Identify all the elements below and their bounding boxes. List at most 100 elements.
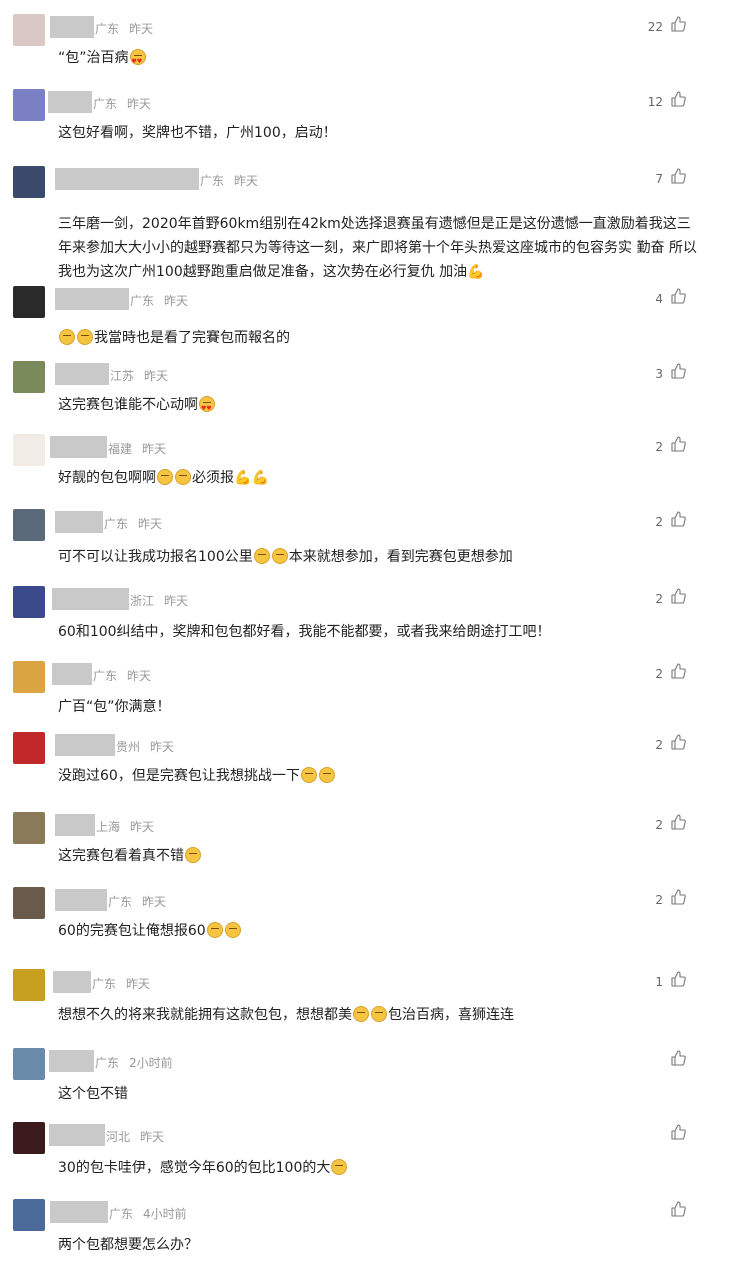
think-emoji xyxy=(59,329,75,345)
location-label: 广东 xyxy=(92,977,117,991)
username-redacted[interactable] xyxy=(52,663,92,685)
comment-meta: 河北 昨天 xyxy=(106,1128,164,1145)
avatar[interactable] xyxy=(13,586,45,618)
like-count: 1 xyxy=(655,975,663,989)
avatar[interactable] xyxy=(13,509,45,541)
thumbs-up-icon[interactable] xyxy=(670,168,686,184)
comment-item: 广东 4小时前 两个包都想要怎么办？ xyxy=(0,1199,733,1269)
thumbs-up-icon[interactable] xyxy=(670,91,686,107)
comment-text: 好靓的包包啊啊 必须报💪💪 xyxy=(58,466,698,490)
comment-text-main: 可不可以让我成功报名100公里 xyxy=(58,549,253,565)
grin-emoji xyxy=(157,469,173,485)
location-label: 广东 xyxy=(95,1056,120,1070)
username-redacted[interactable] xyxy=(50,1201,108,1223)
username-redacted[interactable] xyxy=(49,1124,105,1146)
grin-emoji xyxy=(175,469,191,485)
comment-meta: 广东 2小时前 xyxy=(95,1054,173,1071)
comment-meta: 浙江 昨天 xyxy=(130,592,188,609)
thumbs-up-icon[interactable] xyxy=(670,436,686,452)
thumbs-up-icon[interactable] xyxy=(670,16,686,32)
thumbs-up-icon[interactable] xyxy=(670,1124,686,1140)
username-redacted[interactable] xyxy=(50,16,94,38)
thumbs-up-icon[interactable] xyxy=(670,734,686,750)
comment-text-main: “包”治百病 xyxy=(58,50,129,66)
username-redacted[interactable] xyxy=(55,363,109,385)
avatar[interactable] xyxy=(13,286,45,318)
location-label: 广东 xyxy=(93,669,118,683)
username-redacted[interactable] xyxy=(55,511,103,533)
think-emoji xyxy=(371,1006,387,1022)
comment-item: 广东 昨天 1 想想不久的将来我就能拥有这款包包，想想都美 包治百病，喜狮连连 xyxy=(0,969,733,1039)
comment-text: 60的完赛包让俺想报60 xyxy=(58,919,698,943)
comment-meta: 广东 昨天 xyxy=(200,172,258,189)
thumbs-up-icon[interactable] xyxy=(670,1201,686,1217)
timestamp: 昨天 xyxy=(129,22,154,36)
username-redacted[interactable] xyxy=(49,1050,94,1072)
like-count: 3 xyxy=(655,367,663,381)
comment-meta: 广东 昨天 xyxy=(95,20,153,37)
comment-text-main: 60和100纠结中，奖牌和包包都好看，我能不能都要，或者我来给朗途打工吧！ xyxy=(58,624,551,640)
timestamp: 昨天 xyxy=(130,820,155,834)
like-count: 4 xyxy=(655,292,663,306)
location-label: 广东 xyxy=(95,22,120,36)
timestamp: 昨天 xyxy=(127,97,152,111)
location-label: 广东 xyxy=(109,1207,134,1221)
comment-text: 我當時也是看了完賽包而報名的 xyxy=(58,326,698,350)
avatar[interactable] xyxy=(13,434,45,466)
avatar[interactable] xyxy=(13,732,45,764)
like-count: 2 xyxy=(655,592,663,606)
username-redacted[interactable] xyxy=(48,91,92,113)
thumbs-up-icon[interactable] xyxy=(670,1050,686,1066)
comment-meta: 广东 昨天 xyxy=(93,667,151,684)
username-redacted[interactable] xyxy=(55,288,129,310)
like-count: 2 xyxy=(655,893,663,907)
username-redacted[interactable] xyxy=(55,814,95,836)
timestamp: 昨天 xyxy=(234,174,259,188)
comment-item: 江苏 昨天 3 这完赛包谁能不心动啊 xyxy=(0,361,733,431)
username-redacted[interactable] xyxy=(50,436,107,458)
like-count: 12 xyxy=(647,95,663,109)
smile-emoji xyxy=(300,767,317,783)
thumbs-up-icon[interactable] xyxy=(670,663,686,679)
username-redacted[interactable] xyxy=(55,734,115,756)
avatar[interactable] xyxy=(13,969,45,1001)
thumbs-up-icon[interactable] xyxy=(670,814,686,830)
cry-emoji xyxy=(271,548,288,564)
avatar[interactable] xyxy=(13,1199,45,1231)
like-count: 2 xyxy=(655,515,663,529)
thumbs-up-icon[interactable] xyxy=(670,288,686,304)
comment-item: 广东 昨天 7 三年磨一剑，2020年首野60km组别在42km处选择退赛虽有遗憾但是… xyxy=(0,166,733,280)
username-redacted[interactable] xyxy=(55,889,107,911)
avatar[interactable] xyxy=(13,166,45,198)
like-count: 2 xyxy=(655,738,663,752)
avatar[interactable] xyxy=(13,887,45,919)
thumbs-up-icon[interactable] xyxy=(670,511,686,527)
comment-text-main: 我當時也是看了完賽包而報名的 xyxy=(94,330,290,346)
like-count: 2 xyxy=(655,818,663,832)
avatar[interactable] xyxy=(13,1048,45,1080)
location-label: 广东 xyxy=(93,97,118,111)
comment-text: 这完赛包看着真不错 xyxy=(58,844,698,868)
username-redacted[interactable] xyxy=(52,588,129,610)
avatar[interactable] xyxy=(13,812,45,844)
heart-emoji xyxy=(129,49,146,74)
username-redacted[interactable] xyxy=(53,971,91,993)
comment-text-main: 三年磨一剑，2020年首野60km组别在42km处选择退赛虽有遗憾但是正是这份遗… xyxy=(58,216,697,280)
avatar[interactable] xyxy=(13,1122,45,1154)
avatar[interactable] xyxy=(13,361,45,393)
comment-meta: 广东 4小时前 xyxy=(109,1205,187,1222)
comment-text-continued: 必须报 xyxy=(192,470,234,486)
comment-text-main: 广百“包”你满意！ xyxy=(58,699,171,715)
thumbs-up-icon[interactable] xyxy=(670,363,686,379)
comment-text-continued: 包治百病，喜狮连连 xyxy=(388,1007,514,1023)
thumbs-up-icon[interactable] xyxy=(670,889,686,905)
comment-item: 广东 昨天 2 广百“包”你满意！ xyxy=(0,661,733,731)
avatar[interactable] xyxy=(13,89,45,121)
thumbs-up-icon[interactable] xyxy=(670,971,686,987)
comment-text: 可不可以让我成功报名100公里 本来就想参加，看到完赛包更想参加 xyxy=(58,545,698,569)
username-redacted[interactable] xyxy=(55,168,199,190)
timestamp: 昨天 xyxy=(140,1130,165,1144)
avatar[interactable] xyxy=(13,661,45,693)
thumbs-up-icon[interactable] xyxy=(670,588,686,604)
avatar[interactable] xyxy=(13,14,45,46)
